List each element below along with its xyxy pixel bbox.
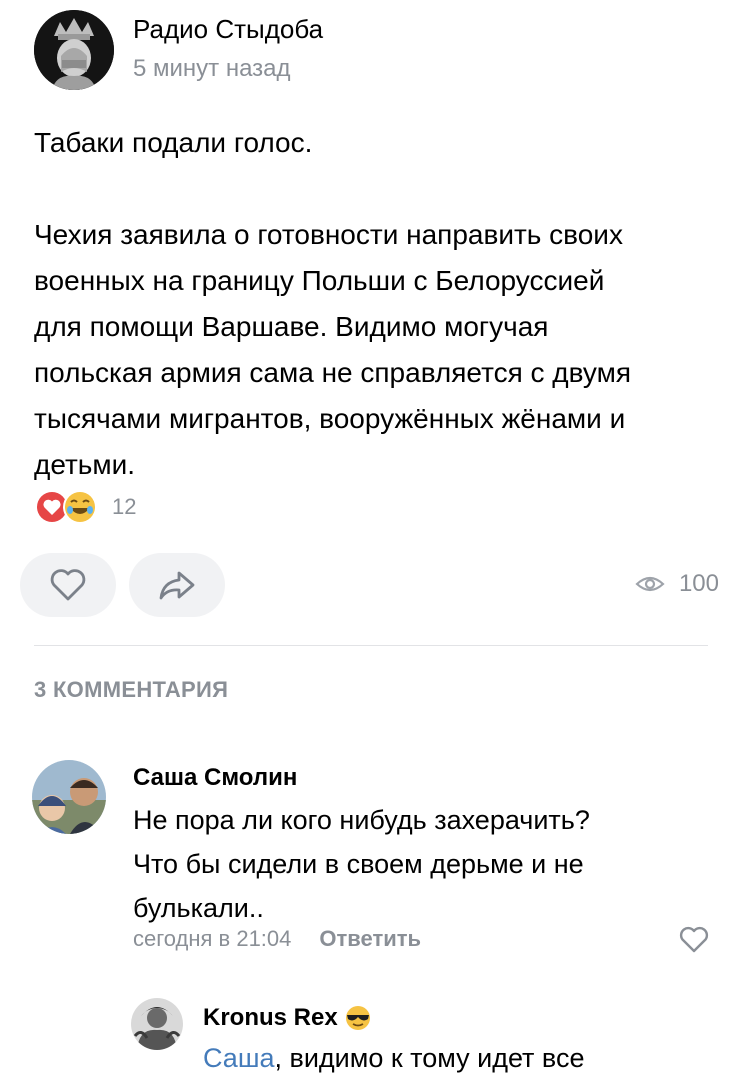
post-line: Табаки подали голос. (34, 127, 313, 158)
views-count: 100 (678, 570, 719, 597)
divider (34, 645, 708, 646)
heart-icon (679, 926, 709, 953)
post-line: польская армия сама не справляется с дву… (34, 357, 631, 388)
post-line: Чехия заявила о готовности направить сво… (34, 219, 623, 250)
share-button[interactable] (129, 553, 225, 617)
comment-meta: сегодня в 21:04 Ответить (133, 926, 421, 952)
comment-like-button[interactable] (678, 926, 710, 959)
comment-author-name[interactable]: Kronus Rex (203, 1004, 338, 1032)
comment-author[interactable]: Kronus Rex (203, 1004, 372, 1032)
comment-text: Не пора ли кого нибудь захерачить? Что б… (133, 798, 693, 930)
comment-time: сегодня в 21:04 (133, 926, 292, 951)
reply-button[interactable]: Ответить (319, 926, 421, 952)
post-line: для помощи Варшаве. Видимо могучая (34, 311, 549, 342)
comments-heading: 3 КОММЕНТАРИЯ (34, 677, 229, 702)
mention-link[interactable]: Саша (203, 1043, 275, 1073)
comment-text: Саша, видимо к тому идет все (203, 1038, 585, 1078)
comment-line: булькали.. (133, 893, 264, 923)
commenter-avatar[interactable] (32, 760, 106, 834)
commenter-avatar[interactable] (131, 998, 183, 1050)
reactions-count: 12 (112, 494, 137, 519)
author-name[interactable]: Радио Стыдоба (133, 14, 323, 45)
post-text: Табаки подали голос. Чехия заявила о гот… (34, 120, 714, 488)
post-line: тысячами мигрантов, вооружённых жёнами и (34, 403, 626, 434)
comment-author[interactable]: Саша Смолин (133, 764, 297, 792)
share-icon (159, 571, 195, 600)
post-line: детьми. (34, 449, 136, 480)
post-time: 5 минут назад (133, 55, 291, 82)
comment-line: Не пора ли кого нибудь захерачить? (133, 805, 590, 835)
post-line: военных на границу Польши с Белоруссией (34, 265, 605, 296)
author-avatar[interactable] (34, 10, 114, 90)
sunglasses-emoji-icon (345, 1006, 370, 1030)
reactions-summary[interactable]: 12 (34, 488, 136, 526)
like-button[interactable] (20, 553, 116, 617)
views-counter: 100 (635, 570, 719, 598)
eye-icon (635, 576, 665, 592)
comment-line: Что бы сидели в своем дерьме и не (133, 849, 584, 879)
heart-icon (50, 569, 86, 601)
comment-text-body: , видимо к тому идет все (274, 1043, 585, 1073)
reaction-icons (35, 490, 97, 524)
